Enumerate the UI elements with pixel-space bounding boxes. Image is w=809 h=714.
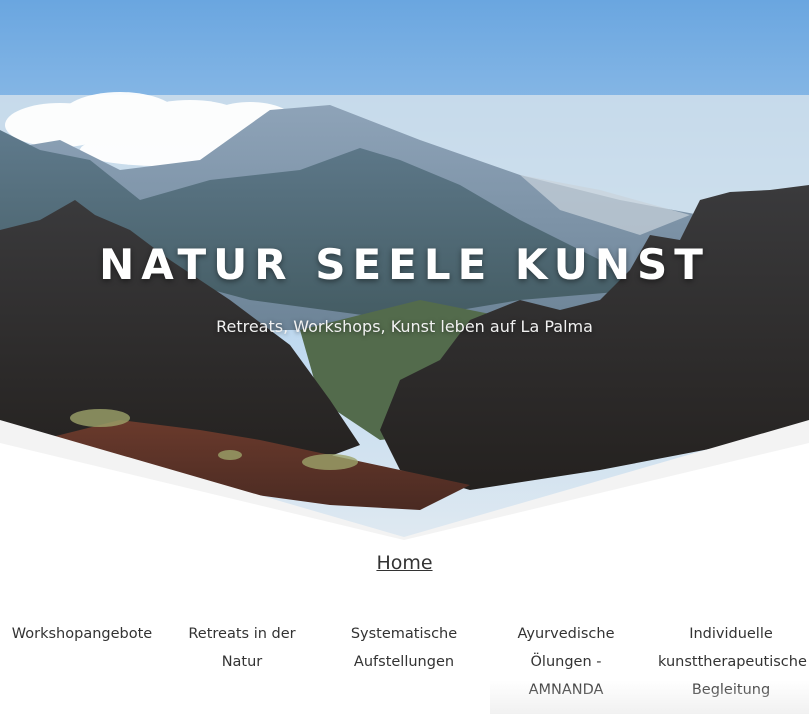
nav-item-aufstellungen[interactable]: Systematische Aufstellungen [340, 620, 468, 676]
home-link[interactable]: Home [376, 552, 432, 574]
site-tagline: Retreats, Workshops, Kunst leben auf La … [216, 317, 593, 336]
nav-item-retreats[interactable]: Retreats in der Natur [180, 620, 304, 676]
nav-item-workshopangebote[interactable]: Workshopangebote [10, 620, 154, 648]
site-title[interactable]: NATUR SEELE KUNST [0, 240, 809, 289]
nav-home: Home [0, 552, 809, 574]
main-navigation: Workshopangebote Retreats in der Natur S… [0, 620, 809, 714]
nav-item-oelungen[interactable]: Ayurvedische Ölungen - AMNANDA [508, 620, 624, 704]
nav-item-begleitung[interactable]: Individuelle kunsttherapeutische Begleit… [658, 620, 807, 704]
hero-banner: NATUR SEELE KUNST Retreats, Workshops, K… [0, 0, 809, 540]
